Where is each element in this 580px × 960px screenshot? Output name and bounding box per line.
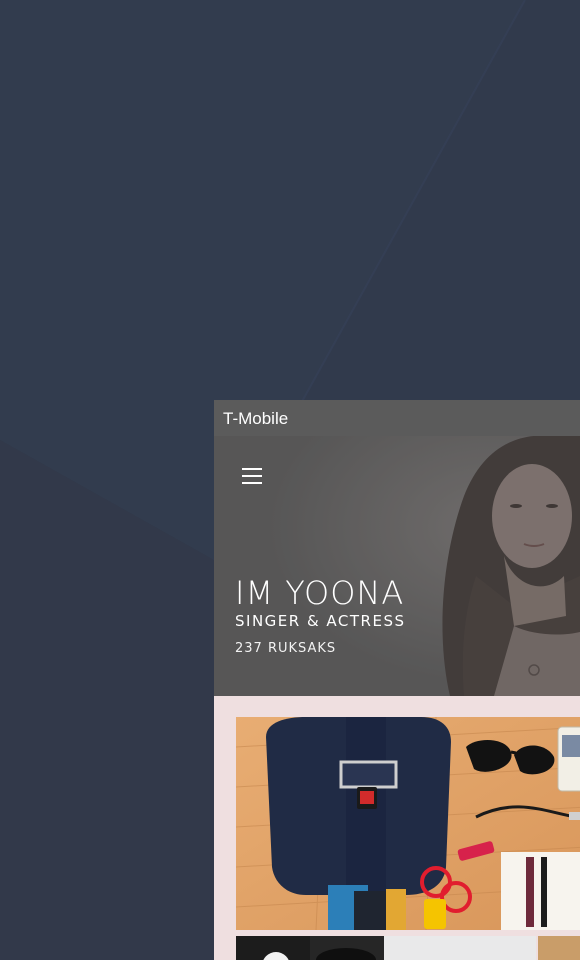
profile-name: IM YOONA bbox=[235, 574, 405, 612]
content-area bbox=[214, 696, 580, 960]
profile-portrait-image bbox=[214, 436, 580, 696]
thumbnail-row[interactable] bbox=[236, 936, 580, 960]
profile-count: 237 RUKSAKS bbox=[235, 641, 337, 656]
backpack-flatlay-image[interactable] bbox=[236, 717, 580, 930]
status-bar: T-Mobile bbox=[214, 400, 580, 436]
phone-screen: T-Mobile IM YOONA SINGER & ACTRESS 237 R… bbox=[214, 400, 580, 960]
profile-header: IM YOONA SINGER & ACTRESS 237 RUKSAKS bbox=[214, 436, 580, 696]
carrier-label: T-Mobile bbox=[223, 409, 289, 428]
profile-role: SINGER & ACTRESS bbox=[235, 612, 406, 630]
hamburger-menu-icon[interactable] bbox=[242, 468, 262, 484]
